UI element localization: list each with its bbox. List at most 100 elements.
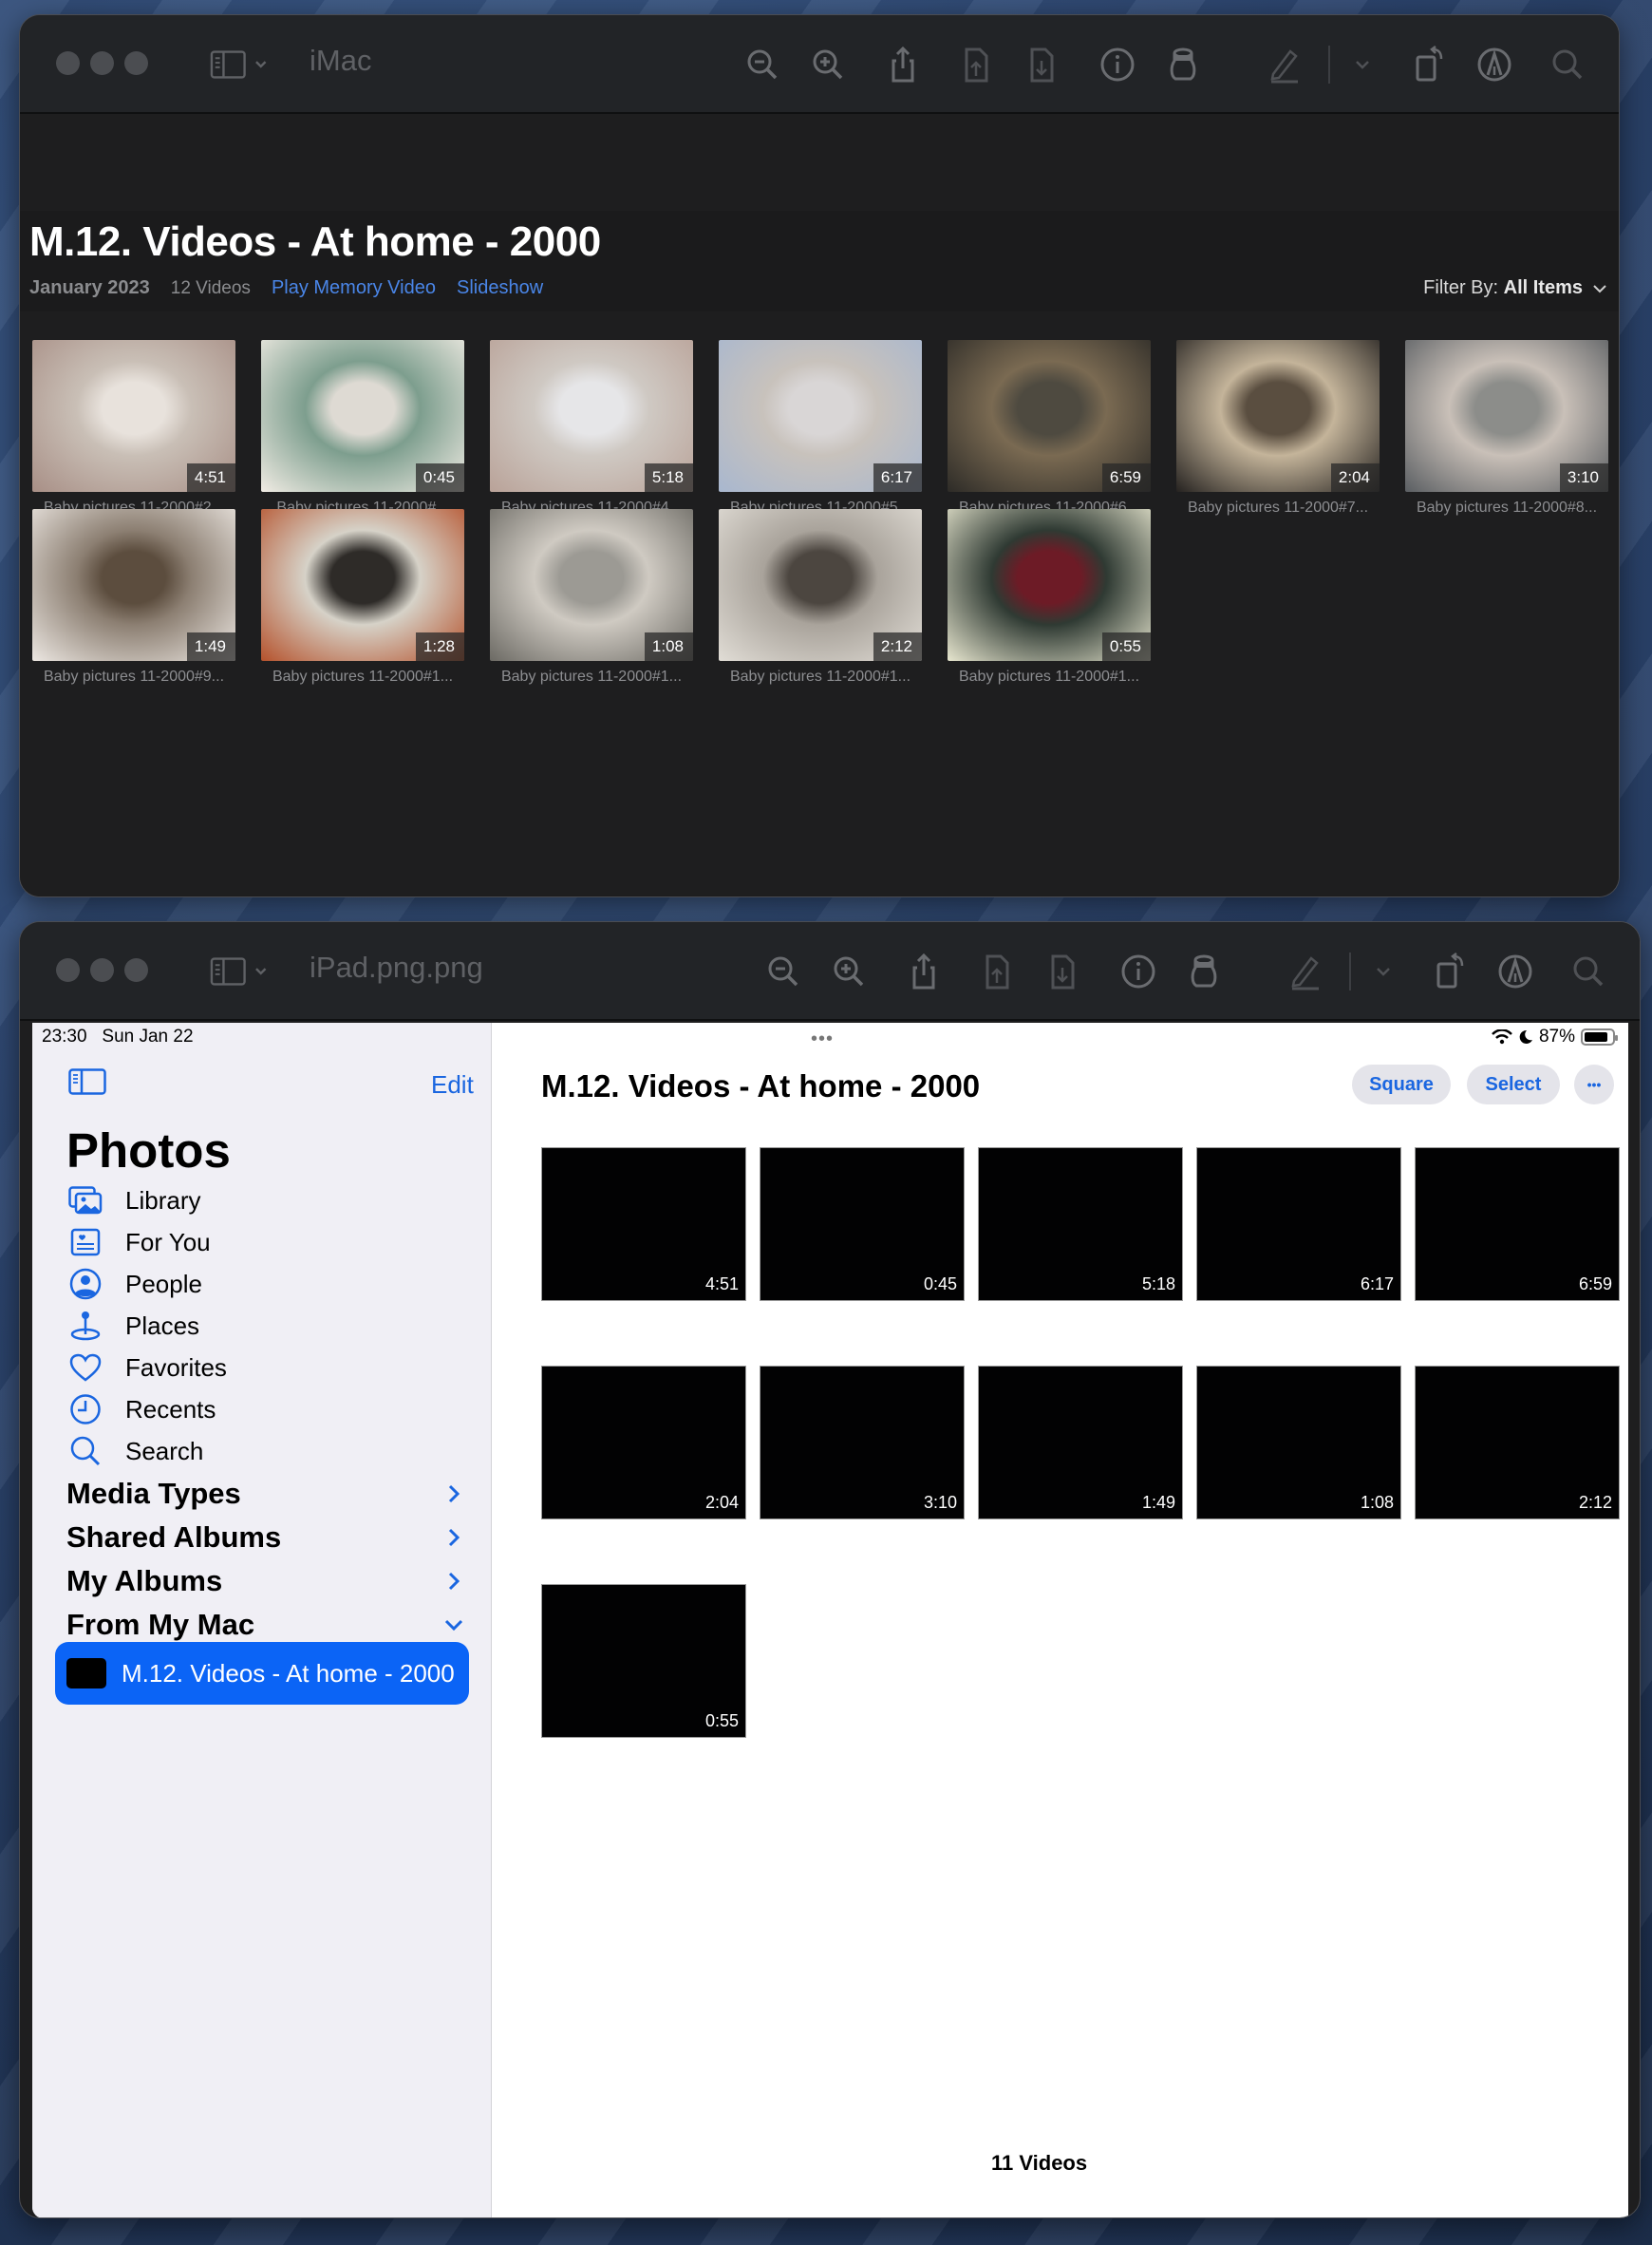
markup-menu-button[interactable] bbox=[1362, 949, 1404, 994]
video-duration: 0:55 bbox=[1101, 632, 1151, 661]
wifi-icon bbox=[1492, 1029, 1512, 1045]
edit-button[interactable]: Edit bbox=[431, 1070, 474, 1100]
video-caption: Baby pictures 11-2000#1... bbox=[272, 669, 454, 685]
video-thumbnail[interactable]: 1:28 bbox=[261, 509, 464, 661]
section-media-types[interactable]: Media Types bbox=[66, 1470, 465, 1518]
video-thumbnail[interactable]: 0:45 bbox=[261, 340, 464, 492]
zoom-in-icon bbox=[813, 49, 843, 80]
video-duration: 5:18 bbox=[1141, 1274, 1175, 1293]
video-thumbnail[interactable]: 1:08 bbox=[490, 509, 693, 661]
sidebar-item-people[interactable]: People bbox=[68, 1261, 467, 1307]
sidebar-item-label: Search bbox=[125, 1436, 204, 1465]
section-shared-albums[interactable]: Shared Albums bbox=[66, 1514, 465, 1561]
document-down-icon bbox=[1030, 47, 1054, 83]
toolbar bbox=[20, 42, 1619, 87]
section-my-albums[interactable]: My Albums bbox=[66, 1557, 465, 1605]
previous-page-button[interactable] bbox=[955, 42, 997, 87]
zoom-out-button[interactable] bbox=[762, 949, 804, 994]
video-thumbnail[interactable]: 2:12 bbox=[719, 509, 922, 661]
share-button[interactable] bbox=[882, 42, 924, 87]
adjust-color-button[interactable] bbox=[1183, 949, 1225, 994]
select-button[interactable]: Select bbox=[1467, 1065, 1560, 1104]
share-icon bbox=[912, 953, 935, 990]
info-button[interactable] bbox=[1097, 42, 1138, 87]
title-bar: iPad.png.png bbox=[20, 922, 1640, 1021]
search-button[interactable] bbox=[1568, 949, 1609, 994]
video-thumbnail[interactable]: 4:51 bbox=[541, 1147, 746, 1301]
sidebar-icon[interactable] bbox=[68, 1068, 106, 1095]
video-thumbnail[interactable]: 6:59 bbox=[1415, 1147, 1620, 1301]
info-button[interactable] bbox=[1117, 949, 1159, 994]
sidebar-item-recents[interactable]: Recents bbox=[68, 1387, 467, 1432]
info-icon bbox=[1121, 954, 1155, 989]
video-duration: 6:59 bbox=[1101, 463, 1151, 492]
video-thumbnail[interactable]: 6:59 bbox=[948, 340, 1151, 492]
rotate-button[interactable] bbox=[1429, 949, 1471, 994]
preview-window-imac: iMac M.12. Videos - At home - 2000 Janua… bbox=[19, 14, 1620, 897]
markup-menu-button[interactable] bbox=[1342, 42, 1383, 87]
filter-dropdown[interactable]: Filter By: All Items bbox=[1423, 277, 1607, 299]
video-thumbnail[interactable]: 2:12 bbox=[1415, 1366, 1620, 1519]
video-thumbnail[interactable]: 5:18 bbox=[978, 1147, 1183, 1301]
video-thumbnail[interactable]: 5:18 bbox=[490, 340, 693, 492]
rotate-button[interactable] bbox=[1408, 42, 1450, 87]
next-page-button[interactable] bbox=[1021, 42, 1062, 87]
video-thumbnail[interactable]: 3:10 bbox=[760, 1366, 965, 1519]
video-caption: Baby pictures 11-2000#8... bbox=[1416, 500, 1598, 516]
section-label: From My Mac bbox=[66, 1608, 255, 1641]
square-button[interactable]: Square bbox=[1352, 1065, 1451, 1104]
video-duration: 3:10 bbox=[923, 1493, 957, 1512]
album-count: 12 Videos bbox=[170, 278, 251, 298]
markup-button[interactable] bbox=[1285, 949, 1326, 994]
video-duration: 2:12 bbox=[873, 632, 922, 661]
video-thumbnail[interactable]: 0:55 bbox=[541, 1584, 746, 1738]
zoom-in-button[interactable] bbox=[807, 42, 849, 87]
document-up-icon bbox=[986, 954, 1009, 990]
sidebar-item-label: People bbox=[125, 1269, 202, 1298]
play-memory-video-link[interactable]: Play Memory Video bbox=[272, 277, 436, 299]
color-adjust-icon bbox=[1170, 47, 1196, 81]
sidebar-item-search[interactable]: Search bbox=[68, 1428, 467, 1474]
video-thumbnail[interactable]: 1:49 bbox=[32, 509, 235, 661]
video-thumbnail[interactable]: 2:04 bbox=[1176, 340, 1380, 492]
adjust-color-button[interactable] bbox=[1162, 42, 1204, 87]
video-thumbnail[interactable]: 0:55 bbox=[948, 509, 1151, 661]
sidebar-item-for-you[interactable]: For You bbox=[68, 1219, 467, 1265]
chevron-down-icon bbox=[444, 1619, 463, 1632]
annotate-button[interactable] bbox=[1474, 42, 1515, 87]
section-label: Shared Albums bbox=[66, 1520, 282, 1554]
sidebar-item-places[interactable]: Places bbox=[68, 1303, 467, 1349]
sidebar-item-library[interactable]: Library bbox=[68, 1178, 467, 1223]
video-thumbnail[interactable]: 0:45 bbox=[760, 1147, 965, 1301]
zoom-out-button[interactable] bbox=[742, 42, 783, 87]
markup-button[interactable] bbox=[1264, 42, 1305, 87]
zoom-in-icon bbox=[834, 956, 864, 987]
video-duration: 1:28 bbox=[415, 632, 464, 661]
video-thumbnail[interactable]: 1:49 bbox=[978, 1366, 1183, 1519]
video-thumbnail[interactable]: 6:17 bbox=[1196, 1147, 1401, 1301]
search-icon bbox=[1573, 956, 1604, 987]
video-thumbnail[interactable]: 2:04 bbox=[541, 1366, 746, 1519]
section-label: Media Types bbox=[66, 1477, 241, 1510]
person-icon bbox=[68, 1267, 103, 1301]
zoom-in-button[interactable] bbox=[828, 949, 870, 994]
video-duration: 1:49 bbox=[186, 632, 235, 661]
previous-page-button[interactable] bbox=[976, 949, 1018, 994]
chevron-right-icon bbox=[448, 1484, 460, 1503]
info-icon bbox=[1100, 47, 1135, 82]
toolbar-separator bbox=[1328, 46, 1330, 84]
sidebar-item-favorites[interactable]: Favorites bbox=[68, 1345, 467, 1390]
multitasking-dots[interactable]: ••• bbox=[811, 1028, 834, 1050]
slideshow-link[interactable]: Slideshow bbox=[457, 277, 543, 299]
video-thumbnail[interactable]: 1:08 bbox=[1196, 1366, 1401, 1519]
sidebar-album-selected[interactable]: M.12. Videos - At home - 2000 bbox=[55, 1642, 469, 1705]
share-button[interactable] bbox=[903, 949, 945, 994]
next-page-button[interactable] bbox=[1042, 949, 1083, 994]
video-thumbnail[interactable]: 3:10 bbox=[1405, 340, 1608, 492]
more-button[interactable]: ••• bbox=[1574, 1065, 1614, 1104]
video-thumbnail[interactable]: 4:51 bbox=[32, 340, 235, 492]
annotate-button[interactable] bbox=[1494, 949, 1536, 994]
search-button[interactable] bbox=[1547, 42, 1588, 87]
for-you-icon bbox=[68, 1225, 103, 1259]
video-thumbnail[interactable]: 6:17 bbox=[719, 340, 922, 492]
